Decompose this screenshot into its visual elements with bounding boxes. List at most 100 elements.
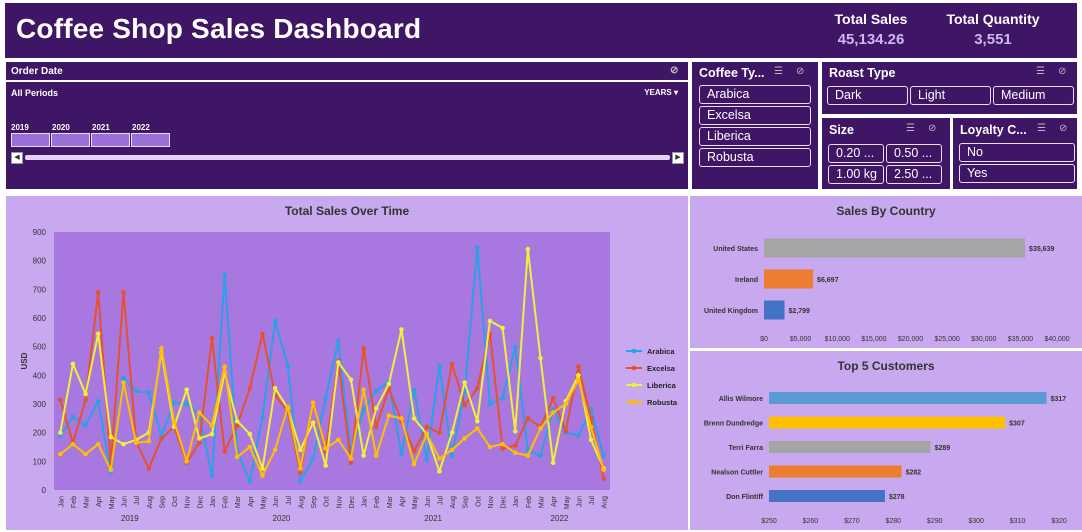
clear-filter-icon[interactable]: ⊘ bbox=[1058, 67, 1070, 77]
data-point bbox=[70, 361, 76, 367]
data-point bbox=[361, 345, 366, 351]
x-tick-label: Aug bbox=[602, 496, 609, 509]
data-point bbox=[336, 360, 341, 365]
data-point bbox=[323, 463, 328, 468]
clear-filter-icon[interactable]: ⊘ bbox=[670, 66, 682, 76]
coffee-type-option[interactable]: Liberica bbox=[699, 127, 811, 146]
customer-bar-svg: Allis Wilmore $317 Brenn Dundredge $307 Terr… bbox=[704, 392, 1067, 525]
x-tick-label: Aug bbox=[450, 496, 457, 509]
data-point bbox=[133, 388, 139, 394]
scroll-thumb[interactable] bbox=[25, 155, 670, 160]
x-tick-label: $20,000 bbox=[898, 336, 923, 343]
x-tick-label: Jul bbox=[286, 496, 293, 505]
clear-filter-icon[interactable]: ⊘ bbox=[1059, 124, 1071, 134]
y-tick-label: 0 bbox=[42, 486, 47, 495]
data-label: $289 bbox=[935, 445, 951, 452]
data-point bbox=[108, 434, 114, 440]
timeline-year-block[interactable] bbox=[91, 133, 130, 147]
x-tick-label: Dec bbox=[349, 496, 356, 509]
timeline-unit-dropdown[interactable]: YEARS ▾ bbox=[644, 88, 678, 97]
size-option[interactable]: 0.50 ... bbox=[886, 144, 942, 163]
data-point bbox=[538, 453, 543, 458]
data-label: $35,639 bbox=[1029, 246, 1054, 253]
x-tick-label: Mar bbox=[387, 495, 394, 508]
data-point bbox=[386, 381, 392, 387]
x-tick-label: Sep bbox=[159, 496, 166, 509]
order-date-timeline[interactable]: Order Date ⊘ All Periods YEARS ▾ 2019 20… bbox=[6, 62, 688, 189]
coffee-type-option[interactable]: Excelsa bbox=[699, 106, 811, 125]
data-point bbox=[171, 400, 177, 405]
x-tick-label: Jun bbox=[273, 496, 280, 507]
legend-marker bbox=[631, 399, 637, 405]
data-point bbox=[475, 245, 480, 251]
timeline-scrollbar[interactable]: ◀ ▶ bbox=[11, 152, 684, 164]
multi-select-icon[interactable]: ☰ bbox=[1036, 67, 1048, 77]
data-point bbox=[601, 476, 606, 481]
multi-select-icon[interactable]: ☰ bbox=[906, 124, 918, 134]
data-point bbox=[310, 420, 316, 425]
total-quantity-label: Total Quantity bbox=[946, 11, 1040, 27]
data-point bbox=[184, 401, 189, 407]
size-title: Size bbox=[829, 123, 855, 137]
data-point bbox=[336, 338, 341, 344]
data-point bbox=[70, 441, 76, 447]
size-option[interactable]: 2.50 ... bbox=[886, 165, 942, 184]
data-point bbox=[411, 387, 417, 392]
x-tick-label: May bbox=[564, 496, 571, 510]
x-tick-label: $300 bbox=[968, 518, 984, 525]
data-point bbox=[576, 364, 581, 370]
loyalty-option[interactable]: Yes bbox=[959, 164, 1075, 183]
data-point bbox=[285, 363, 291, 368]
multi-select-icon[interactable]: ☰ bbox=[774, 67, 786, 77]
timeline-year-label: 2020 bbox=[52, 123, 70, 132]
legend-marker bbox=[631, 365, 637, 371]
x-tick-label: $10,000 bbox=[825, 336, 850, 343]
data-point bbox=[487, 444, 493, 450]
data-point bbox=[298, 479, 303, 484]
data-point bbox=[272, 385, 278, 391]
total-quantity-kpi: Total Quantity 3,551 bbox=[933, 11, 1053, 48]
data-point bbox=[449, 453, 455, 458]
y-tick-label: 600 bbox=[33, 314, 47, 323]
roast-type-option[interactable]: Medium bbox=[993, 86, 1074, 105]
x-tick-label: $270 bbox=[844, 518, 860, 525]
x-tick-label: Feb bbox=[71, 496, 78, 508]
timeline-year-label: 2022 bbox=[132, 123, 150, 132]
size-option[interactable]: 0.20 ... bbox=[828, 144, 884, 163]
timeline-year-label: 2021 bbox=[92, 123, 110, 132]
x-tick-label: Jan bbox=[362, 496, 369, 507]
size-option[interactable]: 1.00 kg bbox=[828, 165, 884, 184]
category-label: Terri Farra bbox=[729, 445, 764, 452]
year-group-label: 2022 bbox=[551, 514, 569, 523]
x-tick-label: May bbox=[261, 496, 268, 510]
data-point bbox=[411, 416, 417, 421]
roast-type-option[interactable]: Dark bbox=[827, 86, 908, 105]
data-point bbox=[525, 453, 531, 458]
x-tick-label: Oct bbox=[475, 496, 482, 507]
loyalty-option[interactable]: No bbox=[959, 143, 1075, 162]
data-label: $307 bbox=[1009, 421, 1025, 428]
clear-filter-icon[interactable]: ⊘ bbox=[796, 67, 808, 77]
data-point bbox=[58, 430, 63, 435]
roast-type-option[interactable]: Light bbox=[910, 86, 991, 105]
multi-select-icon[interactable]: ☰ bbox=[1037, 124, 1049, 134]
coffee-type-slicer: Coffee Ty... ☰ ⊘ Arabica Excelsa Liberic… bbox=[692, 62, 818, 189]
coffee-type-option[interactable]: Robusta bbox=[699, 148, 811, 167]
data-point bbox=[487, 318, 493, 324]
scroll-right-icon[interactable]: ▶ bbox=[672, 152, 684, 164]
data-point bbox=[399, 327, 404, 332]
x-tick-label: Feb bbox=[223, 496, 230, 508]
data-point bbox=[437, 456, 442, 461]
scroll-left-icon[interactable]: ◀ bbox=[11, 152, 23, 164]
data-point bbox=[424, 457, 430, 463]
sales-over-time-chart: Total Sales Over Time 0 100 200 300 400 500 60… bbox=[6, 196, 688, 530]
timeline-year-block[interactable] bbox=[131, 133, 170, 147]
data-point bbox=[95, 398, 101, 404]
coffee-type-option[interactable]: Arabica bbox=[699, 85, 811, 104]
y-tick-label: 300 bbox=[33, 400, 47, 409]
timeline-year-block[interactable] bbox=[51, 133, 90, 147]
bar bbox=[769, 441, 931, 453]
clear-filter-icon[interactable]: ⊘ bbox=[928, 124, 940, 134]
timeline-year-block[interactable] bbox=[11, 133, 50, 147]
data-point bbox=[272, 318, 278, 324]
